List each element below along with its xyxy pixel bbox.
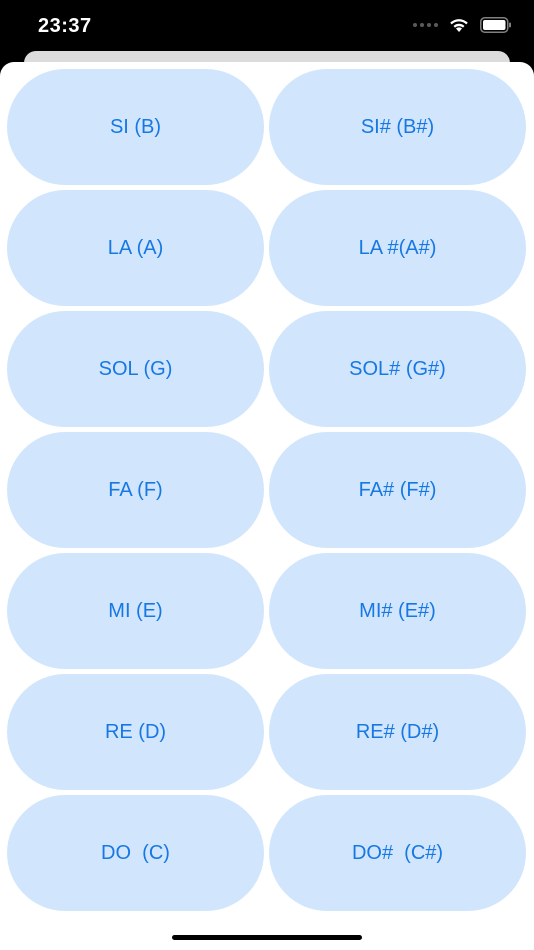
status-bar: 23:37 xyxy=(0,0,534,56)
note-button-fa[interactable]: FA (F) xyxy=(7,432,264,548)
note-button-re-sharp[interactable]: RE# (D#) xyxy=(269,674,526,790)
note-button-re[interactable]: RE (D) xyxy=(7,674,264,790)
cellular-signal-icon xyxy=(413,23,438,27)
note-button-la[interactable]: LA (A) xyxy=(7,190,264,306)
note-button-fa-sharp[interactable]: FA# (F#) xyxy=(269,432,526,548)
status-time: 23:37 xyxy=(38,15,92,37)
note-button-do[interactable]: DO (C) xyxy=(7,795,264,911)
note-button-mi[interactable]: MI (E) xyxy=(7,553,264,669)
note-button-si[interactable]: SI (B) xyxy=(7,69,264,185)
note-button-mi-sharp[interactable]: MI# (E#) xyxy=(269,553,526,669)
note-button-do-sharp[interactable]: DO# (C#) xyxy=(269,795,526,911)
status-indicators xyxy=(413,17,512,33)
battery-icon xyxy=(480,17,511,33)
note-button-la-sharp[interactable]: LA #(A#) xyxy=(269,190,526,306)
wifi-icon xyxy=(450,19,468,32)
note-button-sol[interactable]: SOL (G) xyxy=(7,311,264,427)
note-button-si-sharp[interactable]: SI# (B#) xyxy=(269,69,526,185)
note-button-sol-sharp[interactable]: SOL# (G#) xyxy=(269,311,526,427)
home-indicator[interactable] xyxy=(172,935,362,940)
note-grid: SI (B) SI# (B#) LA (A) LA #(A#) SOL (G) … xyxy=(7,69,527,911)
